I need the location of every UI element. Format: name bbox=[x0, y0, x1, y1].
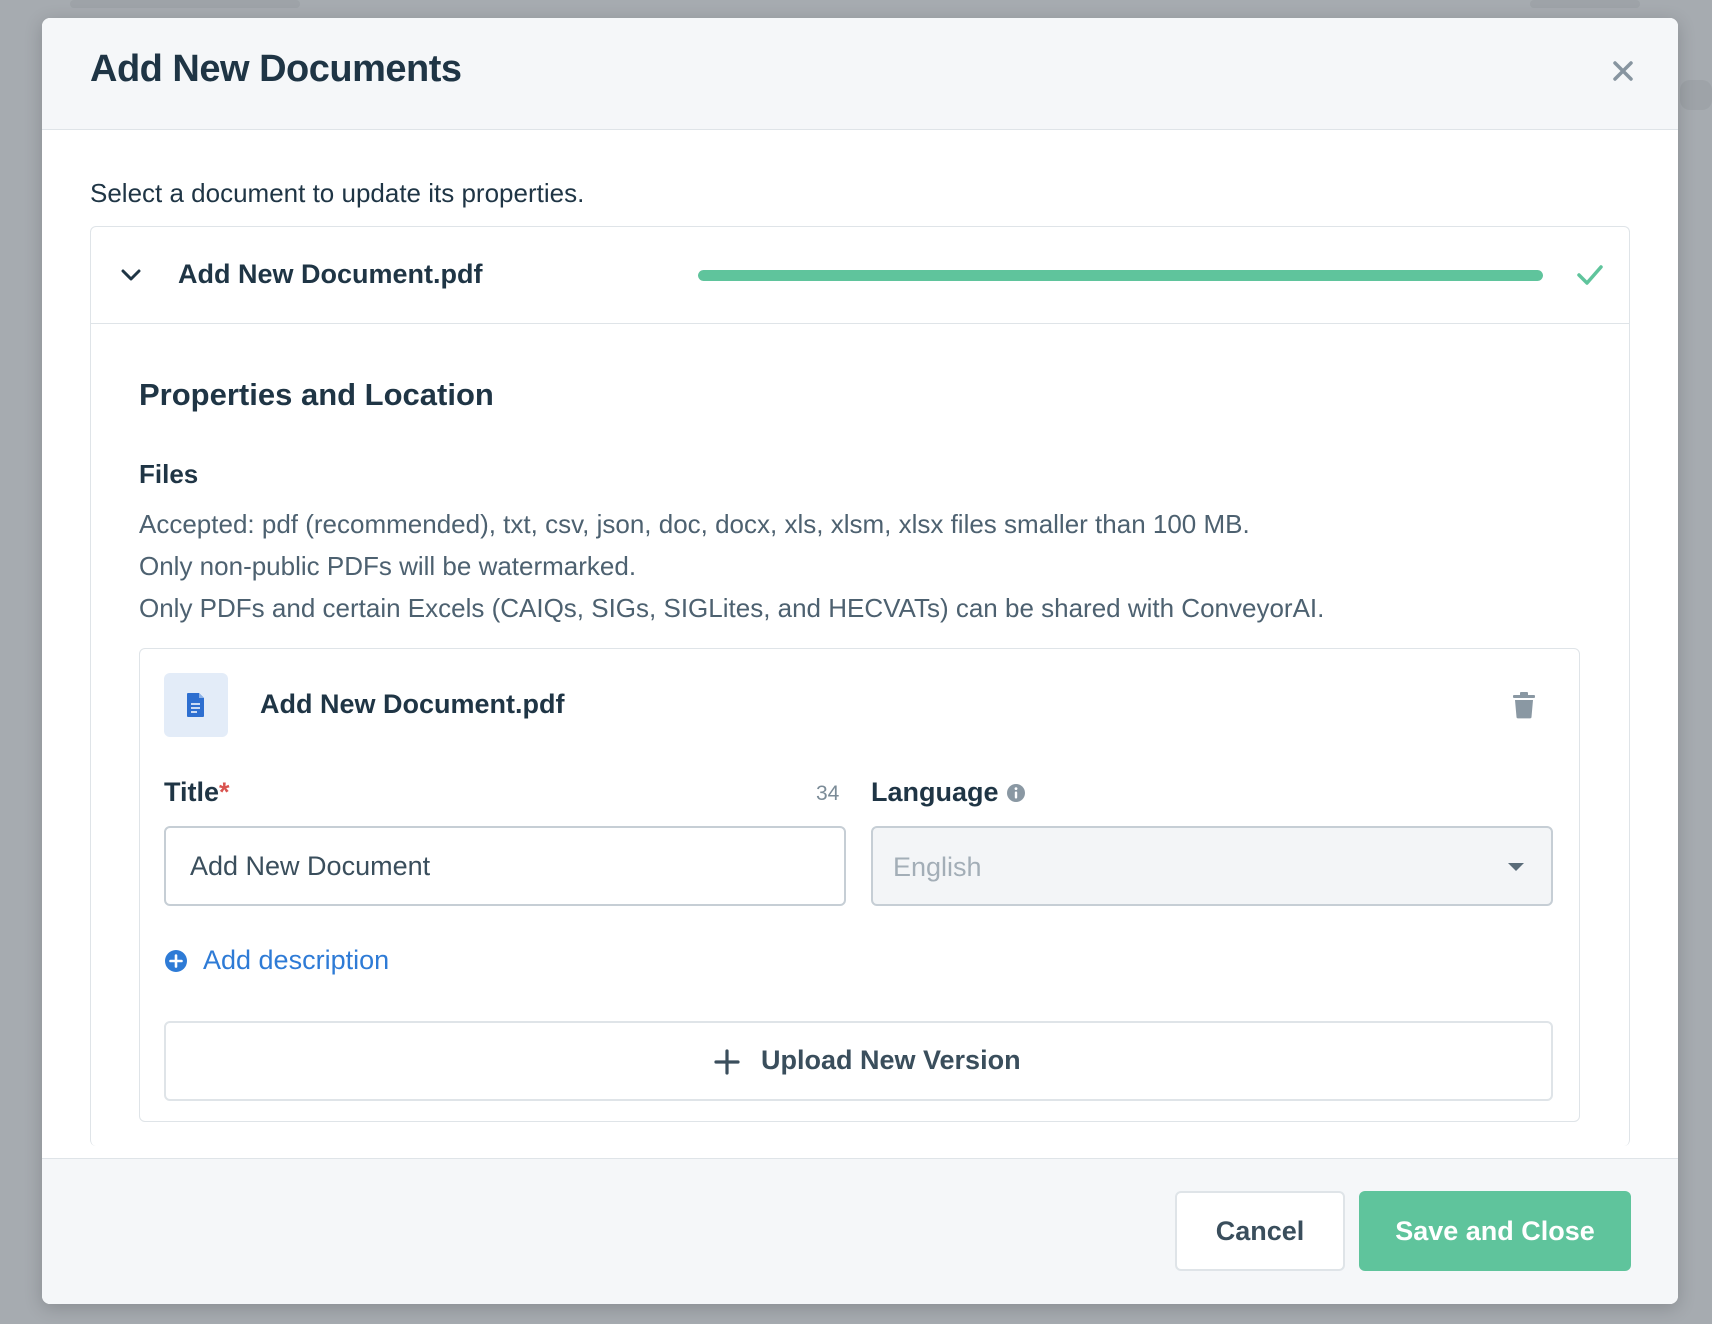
check-icon bbox=[1577, 265, 1603, 285]
trash-icon[interactable] bbox=[1511, 691, 1537, 719]
instructions-text: Select a document to update its properti… bbox=[90, 178, 585, 208]
upload-progress-bar bbox=[698, 270, 1543, 281]
upload-progress-fill bbox=[698, 270, 1543, 281]
language-field-label: Language bbox=[871, 777, 999, 807]
close-icon bbox=[1613, 61, 1633, 81]
cancel-button[interactable]: Cancel bbox=[1175, 1191, 1345, 1271]
plus-icon bbox=[714, 1049, 740, 1075]
chevron-down-icon[interactable] bbox=[117, 261, 145, 289]
save-and-close-button[interactable]: Save and Close bbox=[1359, 1191, 1631, 1271]
document-name: Add New Document.pdf bbox=[178, 259, 483, 289]
title-label-text: Title bbox=[164, 777, 220, 807]
upload-new-version-button[interactable]: Upload New Version bbox=[164, 1021, 1553, 1101]
section-title: Properties and Location bbox=[139, 377, 494, 412]
background-element bbox=[70, 0, 300, 8]
watermark-note: Only non-public PDFs will be watermarked… bbox=[139, 551, 637, 581]
language-selected-value: English bbox=[893, 852, 982, 882]
modal-footer: Cancel Save and Close bbox=[42, 1158, 1678, 1304]
file-item: Add New Document.pdf Title* 34 Language bbox=[139, 648, 1580, 1122]
document-header-row[interactable]: Add New Document.pdf bbox=[91, 227, 1629, 324]
modal-header: Add New Documents bbox=[42, 18, 1678, 130]
required-marker: * bbox=[219, 777, 230, 807]
add-description-label: Add description bbox=[203, 945, 390, 975]
background-element bbox=[1530, 0, 1640, 8]
accepted-files-text: Accepted: pdf (recommended), txt, csv, j… bbox=[139, 509, 1250, 539]
files-label: Files bbox=[139, 459, 199, 489]
title-character-count: 34 bbox=[816, 782, 840, 805]
language-select[interactable]: English bbox=[871, 826, 1553, 906]
modal-body[interactable]: Select a document to update its properti… bbox=[42, 130, 1678, 1176]
title-field-label: Title* bbox=[164, 777, 230, 808]
plus-circle-icon bbox=[165, 950, 187, 972]
close-button[interactable] bbox=[1608, 56, 1638, 86]
title-input[interactable] bbox=[164, 826, 846, 906]
file-thumbnail bbox=[164, 673, 228, 737]
info-icon[interactable] bbox=[1006, 783, 1026, 803]
conveyorai-note: Only PDFs and certain Excels (CAIQs, SIG… bbox=[139, 593, 1325, 623]
upload-new-version-label: Upload New Version bbox=[761, 1045, 1021, 1075]
modal-title: Add New Documents bbox=[90, 48, 462, 90]
background-element bbox=[1680, 80, 1712, 110]
caret-down-icon bbox=[1508, 863, 1524, 871]
file-name: Add New Document.pdf bbox=[260, 689, 565, 719]
add-documents-modal: Add New Documents Select a document to u… bbox=[42, 18, 1678, 1304]
document-icon bbox=[187, 693, 204, 717]
document-card: Add New Document.pdf Properties and Loca… bbox=[90, 226, 1630, 1146]
